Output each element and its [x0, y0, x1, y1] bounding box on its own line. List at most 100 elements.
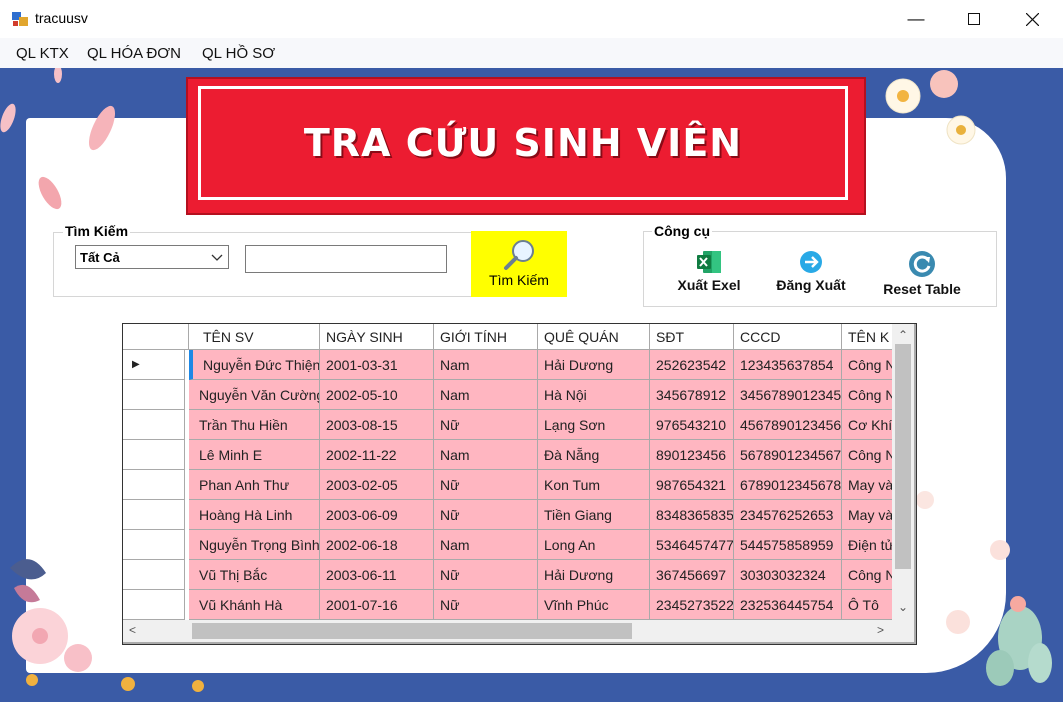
minimize-icon: —	[907, 9, 925, 28]
grid-cell[interactable]: Nữ	[434, 410, 538, 440]
horizontal-scroll-thumb[interactable]	[192, 623, 632, 639]
menu-ql-ho-so[interactable]: QL HỒ SƠ	[202, 45, 275, 62]
row-header[interactable]	[123, 590, 185, 620]
grid-cell[interactable]: 2003-06-09	[320, 500, 434, 530]
refresh-icon	[909, 251, 935, 277]
menu-ql-ktx[interactable]: QL KTX	[16, 45, 69, 62]
grid-cell[interactable]: 2001-03-31	[320, 350, 434, 380]
grid-cell[interactable]: Lạng Sơn	[538, 410, 650, 440]
column-header[interactable]: QUÊ QUÁN	[538, 324, 650, 350]
row-header[interactable]	[123, 530, 185, 560]
vertical-scroll-thumb[interactable]	[895, 344, 911, 569]
column-header[interactable]: NGÀY SINH	[320, 324, 434, 350]
grid-cell[interactable]: Nam	[434, 380, 538, 410]
scroll-left-icon[interactable]: <	[129, 623, 136, 637]
grid-cell[interactable]: Phan Anh Thư	[189, 470, 320, 500]
grid-cell[interactable]: 3456789012345	[734, 380, 842, 410]
grid-cell[interactable]: Đà Nẵng	[538, 440, 650, 470]
grid-cell[interactable]: Nguyễn Văn Cường	[189, 380, 320, 410]
grid-cell[interactable]: Nữ	[434, 560, 538, 590]
scroll-right-icon[interactable]: >	[877, 623, 884, 637]
row-header[interactable]	[123, 500, 185, 530]
grid-cell[interactable]: 2001-07-16	[320, 590, 434, 620]
grid-cell[interactable]: Vĩnh Phúc	[538, 590, 650, 620]
scroll-up-icon[interactable]: ⌃	[898, 328, 908, 342]
window-title: tracuusv	[35, 10, 88, 26]
banner-frame: TRA CỨU SINH VIÊN	[198, 86, 848, 200]
row-header[interactable]	[123, 410, 185, 440]
grid-cell[interactable]: Nguyễn Trọng Bình	[189, 530, 320, 560]
grid-cell[interactable]: 232536445754	[734, 590, 842, 620]
grid-cell[interactable]: Nam	[434, 350, 538, 380]
grid-cell[interactable]: Vũ Khánh Hà	[189, 590, 320, 620]
grid-cell[interactable]: 123435637854	[734, 350, 842, 380]
grid-cell[interactable]: 252623542	[650, 350, 734, 380]
search-input[interactable]	[245, 245, 447, 273]
grid-cell[interactable]: Trần Thu Hiền	[189, 410, 320, 440]
banner-title: TRA CỨU SINH VIÊN	[303, 121, 743, 165]
grid-cell[interactable]: 345678912	[650, 380, 734, 410]
scroll-down-icon[interactable]: ⌄	[898, 600, 908, 614]
grid-cell[interactable]: 890123456	[650, 440, 734, 470]
grid-cell[interactable]: Nữ	[434, 470, 538, 500]
row-header[interactable]	[123, 380, 185, 410]
search-button[interactable]: Tìm Kiếm	[471, 231, 567, 297]
column-header[interactable]: GIỚI TÍNH	[434, 324, 538, 350]
grid-cell[interactable]: 234576252653	[734, 500, 842, 530]
row-header[interactable]: ▶	[123, 350, 185, 380]
grid-cell[interactable]: 987654321	[650, 470, 734, 500]
grid-cell[interactable]: Long An	[538, 530, 650, 560]
app-icon	[12, 12, 28, 26]
minimize-button[interactable]: —	[887, 0, 945, 38]
grid-cell[interactable]: Nam	[434, 440, 538, 470]
grid-cell[interactable]: Hải Dương	[538, 560, 650, 590]
horizontal-scrollbar[interactable]: < >	[123, 620, 914, 642]
grid-cell[interactable]: 367456697	[650, 560, 734, 590]
close-button[interactable]	[1003, 0, 1061, 38]
excel-icon	[697, 251, 721, 273]
grid-cell[interactable]: 4567890123456	[734, 410, 842, 440]
row-header[interactable]	[123, 560, 185, 590]
grid-cell[interactable]: 2003-02-05	[320, 470, 434, 500]
grid-cell[interactable]: 2003-06-11	[320, 560, 434, 590]
grid-cell[interactable]: 2002-05-10	[320, 380, 434, 410]
column-header[interactable]: CCCD	[734, 324, 842, 350]
row-header[interactable]	[123, 440, 185, 470]
grid-cell[interactable]: Hoàng Hà Linh	[189, 500, 320, 530]
grid-cell[interactable]: 2003-08-15	[320, 410, 434, 440]
grid-cell[interactable]: Nữ	[434, 590, 538, 620]
current-row-arrow-icon: ▶	[132, 359, 140, 370]
filter-combobox[interactable]: Tất Cả	[75, 245, 229, 269]
search-group-legend: Tìm Kiếm	[63, 223, 131, 239]
row-header[interactable]	[123, 470, 185, 500]
grid-cell[interactable]: Nguyễn Đức Thiện	[189, 350, 320, 380]
grid-cell[interactable]: 5678901234567	[734, 440, 842, 470]
grid-cell[interactable]: Hải Dương	[538, 350, 650, 380]
column-header[interactable]: SĐT	[650, 324, 734, 350]
grid-cell[interactable]: Tiền Giang	[538, 500, 650, 530]
grid-cell[interactable]: Kon Tum	[538, 470, 650, 500]
column-header[interactable]: TÊN SV	[189, 324, 320, 350]
export-excel-button[interactable]: Xuất Exel	[664, 250, 754, 293]
title-bar: tracuusv —	[0, 0, 1063, 38]
grid-cell[interactable]: 8348365835	[650, 500, 734, 530]
grid-cell[interactable]: Hà Nội	[538, 380, 650, 410]
menu-ql-hoa-don[interactable]: QL HÓA ĐƠN	[87, 45, 181, 62]
grid-cell[interactable]: 2002-06-18	[320, 530, 434, 560]
grid-cell[interactable]: 2002-11-22	[320, 440, 434, 470]
vertical-scrollbar[interactable]: ⌃ ⌄	[892, 324, 914, 620]
grid-cell[interactable]: Lê Minh E	[189, 440, 320, 470]
maximize-button[interactable]	[945, 0, 1003, 38]
reset-table-button[interactable]: Reset Table	[877, 250, 967, 297]
grid-cell[interactable]: 976543210	[650, 410, 734, 440]
grid-cell[interactable]: 544575858959	[734, 530, 842, 560]
grid-cell[interactable]: Nam	[434, 530, 538, 560]
grid-cell[interactable]: 6789012345678	[734, 470, 842, 500]
logout-button[interactable]: Đăng Xuất	[766, 250, 856, 293]
student-data-grid[interactable]: TÊN SV NGÀY SINH GIỚI TÍNH QUÊ QUÁN SĐT …	[122, 323, 917, 645]
grid-cell[interactable]: 5346457477	[650, 530, 734, 560]
grid-cell[interactable]: 2345273522	[650, 590, 734, 620]
grid-cell[interactable]: 30303032324	[734, 560, 842, 590]
grid-cell[interactable]: Vũ Thị Bắc	[189, 560, 320, 590]
grid-cell[interactable]: Nữ	[434, 500, 538, 530]
